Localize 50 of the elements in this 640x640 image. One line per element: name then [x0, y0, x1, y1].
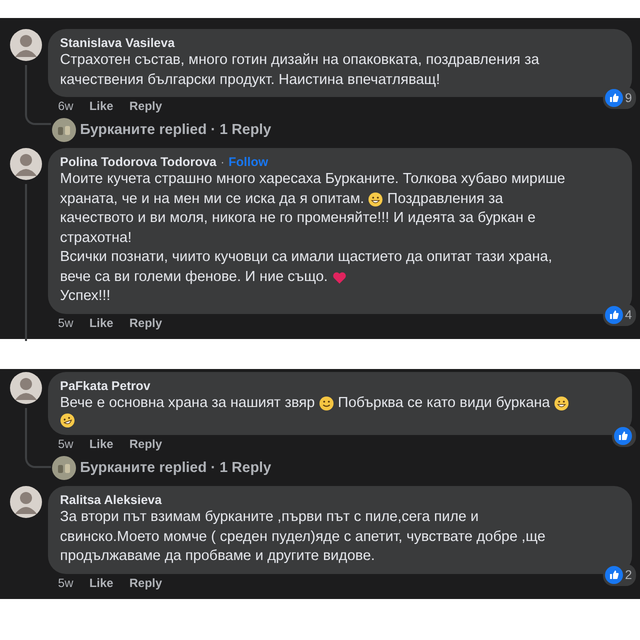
comment-text: свинско.Моето момче ( среден пудел)яде с апетит, чувствате добре ,ще [60, 528, 546, 546]
comment-text: вече са ви големи фенове. И ние също. [60, 268, 620, 287]
avatar-icon[interactable] [10, 372, 42, 404]
comment-time: 6w [58, 99, 74, 113]
action-link[interactable]: Like [89, 316, 114, 330]
action-link[interactable]: Reply [129, 576, 162, 590]
replies-link[interactable]: Бурканите replied · 1 Reply [80, 122, 272, 138]
comment-text: качеството и ви моля, никога не го променяйте!!! И идеята за буркан е [60, 209, 537, 228]
comment-text: Страхотен състав, много готин дизайн на опаковката, поздравления за [60, 51, 540, 70]
emoji-icon [554, 396, 569, 411]
avatar-icon[interactable] [10, 29, 42, 61]
separator-dot: · [220, 154, 224, 170]
comment-text: качествения български продукт. Наистина впечатляващ! [60, 70, 442, 90]
emoji-icon [368, 192, 384, 207]
comment-time: 5w [58, 437, 74, 451]
avatar-icon[interactable] [10, 486, 42, 518]
avatar-icon[interactable] [10, 148, 42, 180]
like-icon[interactable] [605, 566, 624, 584]
avatar-icon [52, 118, 76, 142]
comment-text: Вече е основна храна за нашият звяр Побърква се като види буркана [60, 394, 620, 413]
author-name[interactable]: PaFkata Petrov [60, 378, 150, 394]
action-link[interactable]: Like [89, 437, 114, 451]
emoji-icon [60, 413, 75, 428]
comment-text: Всички познати, чиито кучовци са имали щастието да опитат тази храна, [60, 248, 554, 267]
author-name[interactable]: Ralitsa Aleksieva [60, 492, 162, 508]
author-name[interactable]: Polina Todorova Todorova [60, 154, 216, 170]
reaction-count: 2 [625, 568, 632, 582]
action-link[interactable]: Like [89, 576, 114, 590]
avatar-icon [52, 456, 76, 480]
like-icon[interactable] [605, 306, 624, 324]
action-link[interactable]: Like [89, 99, 114, 113]
author-name[interactable]: Stanislava Vasileva [60, 35, 175, 51]
comment-text: храната, че и на мен ми се иска да я опитам. Поздравления за [60, 190, 504, 209]
heart-icon [332, 270, 347, 285]
comment-time: 5w [58, 576, 74, 590]
comment-text: Моите кучета страшно много харесаха Бурканите. Толкова хубаво мирише [60, 170, 566, 189]
comment-time: 5w [58, 316, 74, 330]
action-link[interactable]: Reply [129, 316, 162, 330]
replies-link[interactable]: Бурканите replied · 1 Reply [80, 460, 272, 476]
like-icon[interactable] [605, 89, 624, 107]
action-link[interactable]: Reply [129, 99, 162, 113]
comment-text: страхотна! [60, 228, 133, 248]
action-link[interactable]: Reply [129, 437, 162, 451]
reaction-count: 9 [625, 91, 632, 105]
comment-text: Успех!!! [60, 287, 112, 306]
comment-text: продължаваме да пробваме и другите видове. [60, 547, 376, 566]
like-icon[interactable] [614, 427, 632, 445]
emoji-icon [318, 396, 334, 411]
reaction-count: 4 [625, 308, 632, 322]
comment-text: За втори път взимам бурканите ,първи път с пиле,сега пиле и [60, 508, 480, 527]
